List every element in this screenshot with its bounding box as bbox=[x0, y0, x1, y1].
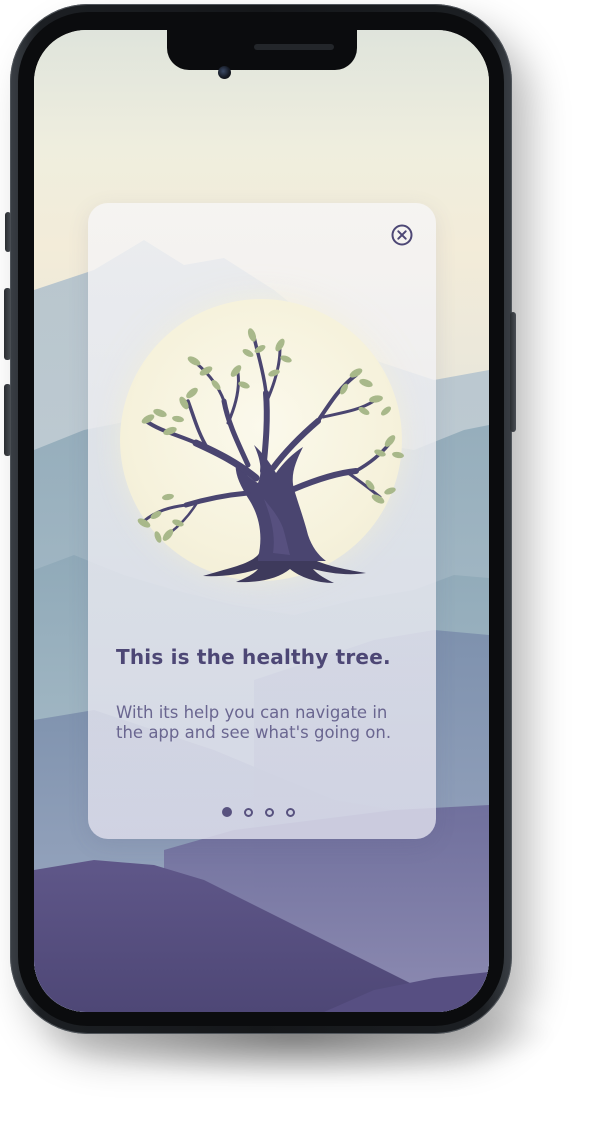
app-screen: This is the healthy tree. With its help … bbox=[34, 30, 489, 1012]
mute-switch bbox=[5, 212, 11, 252]
pagination-dot-3[interactable] bbox=[265, 807, 274, 817]
front-camera bbox=[218, 66, 231, 79]
volume-up-button bbox=[4, 288, 11, 360]
tree-icon bbox=[137, 328, 404, 583]
pagination-dot-1[interactable] bbox=[222, 807, 232, 817]
volume-down-button bbox=[4, 384, 11, 456]
pagination-dot-4[interactable] bbox=[286, 807, 295, 817]
power-button bbox=[510, 312, 516, 432]
device-mockup: This is the healthy tree. With its help … bbox=[0, 0, 600, 1131]
onboarding-card: This is the healthy tree. With its help … bbox=[88, 203, 436, 839]
onboarding-title: This is the healthy tree. bbox=[116, 645, 391, 669]
pagination-dot-2[interactable] bbox=[244, 807, 253, 817]
close-icon[interactable] bbox=[390, 223, 414, 247]
pagination-dots bbox=[222, 805, 302, 819]
speaker-grille bbox=[254, 44, 334, 50]
notch bbox=[167, 30, 357, 70]
onboarding-description: With its help you can navigate in the ap… bbox=[116, 703, 392, 742]
